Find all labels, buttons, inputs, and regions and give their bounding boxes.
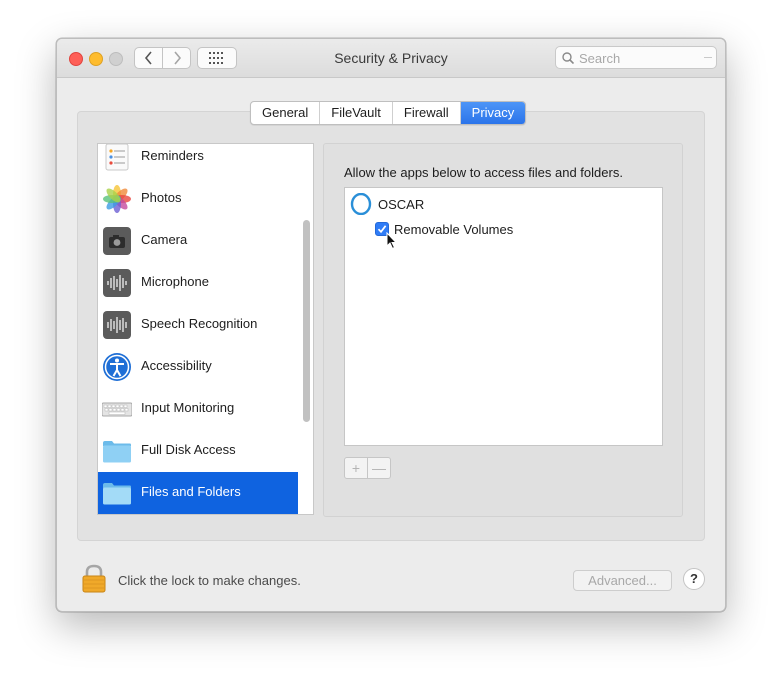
sidebar-item-speech-recognition[interactable]: Speech Recognition: [98, 304, 300, 346]
permission-label: Removable Volumes: [394, 221, 514, 237]
sidebar-item-label: Reminders: [141, 148, 204, 163]
add-remove-control: + —: [344, 457, 391, 479]
lock-hint-text: Click the lock to make changes.: [118, 573, 301, 588]
tab-filevault[interactable]: FileVault: [320, 102, 393, 124]
sidebar-item-camera[interactable]: Camera: [98, 220, 300, 262]
sidebar-item-files-and-folders[interactable]: Files and Folders: [98, 472, 300, 514]
tab-firewall[interactable]: Firewall: [393, 102, 461, 124]
sidebar-item-microphone[interactable]: Microphone: [98, 262, 300, 304]
files-folders-panel: Allow the apps below to access files and…: [323, 143, 683, 517]
tab-privacy[interactable]: Privacy: [460, 102, 526, 124]
sidebar-item-label: Speech Recognition: [141, 316, 258, 331]
sidebar-item-accessibility[interactable]: Accessibility: [98, 346, 300, 388]
sidebar-item-label: Accessibility: [141, 358, 212, 373]
folder-icon: [103, 483, 131, 505]
search-icon: [562, 52, 574, 64]
camera-icon: [103, 227, 131, 255]
title-bar: Security & Privacy Search: [57, 39, 725, 78]
sidebar-item-label: Camera: [141, 232, 188, 247]
list-scrollbar[interactable]: [298, 144, 313, 514]
sidebar-item-label: Input Monitoring: [141, 400, 235, 415]
keyboard-icon: [102, 402, 132, 417]
photos-icon: [103, 185, 131, 213]
app-row-oscar[interactable]: OSCAR: [350, 192, 424, 216]
sidebar-item-full-disk-access[interactable]: Full Disk Access: [98, 430, 300, 472]
scrollbar-thumb[interactable]: [303, 220, 310, 422]
sidebar-item-label: Microphone: [141, 274, 209, 289]
app-name: OSCAR: [378, 196, 425, 212]
apps-list[interactable]: OSCAR Removable Volumes: [344, 187, 663, 446]
search-field[interactable]: Search: [555, 46, 717, 69]
reminders-icon: [105, 144, 129, 171]
sidebar-item-input-monitoring[interactable]: Input Monitoring: [98, 388, 300, 430]
search-placeholder: Search: [579, 51, 621, 66]
help-button[interactable]: ?: [683, 568, 705, 590]
add-app-button[interactable]: +: [345, 458, 367, 478]
sidebar-item-reminders[interactable]: Reminders: [98, 144, 300, 178]
accessibility-icon: [103, 353, 131, 381]
privacy-category-list[interactable]: Reminders Photos Camera Microphone Speec…: [97, 143, 314, 515]
remove-app-button[interactable]: —: [367, 458, 390, 478]
speech-recognition-icon: [103, 311, 131, 339]
search-clear-icon: [704, 57, 712, 58]
advanced-button[interactable]: Advanced...: [573, 570, 672, 591]
tab-general[interactable]: General: [251, 102, 321, 124]
folder-icon: [103, 441, 131, 463]
sidebar-item-label: Files and Folders: [141, 484, 241, 499]
security-privacy-window: Security & Privacy Search General FileVa…: [56, 38, 726, 612]
sidebar-item-photos[interactable]: Photos: [98, 178, 300, 220]
sidebar-item-label: Photos: [141, 190, 182, 205]
mouse-cursor-icon: [386, 232, 398, 250]
sidebar-item-label: Full Disk Access: [141, 442, 236, 457]
lock-icon[interactable]: [81, 563, 107, 593]
oscar-app-icon: [350, 193, 372, 215]
tab-bar: General FileVault Firewall Privacy: [250, 101, 527, 125]
panel-description: Allow the apps below to access files and…: [344, 165, 623, 180]
microphone-icon: [103, 269, 131, 297]
